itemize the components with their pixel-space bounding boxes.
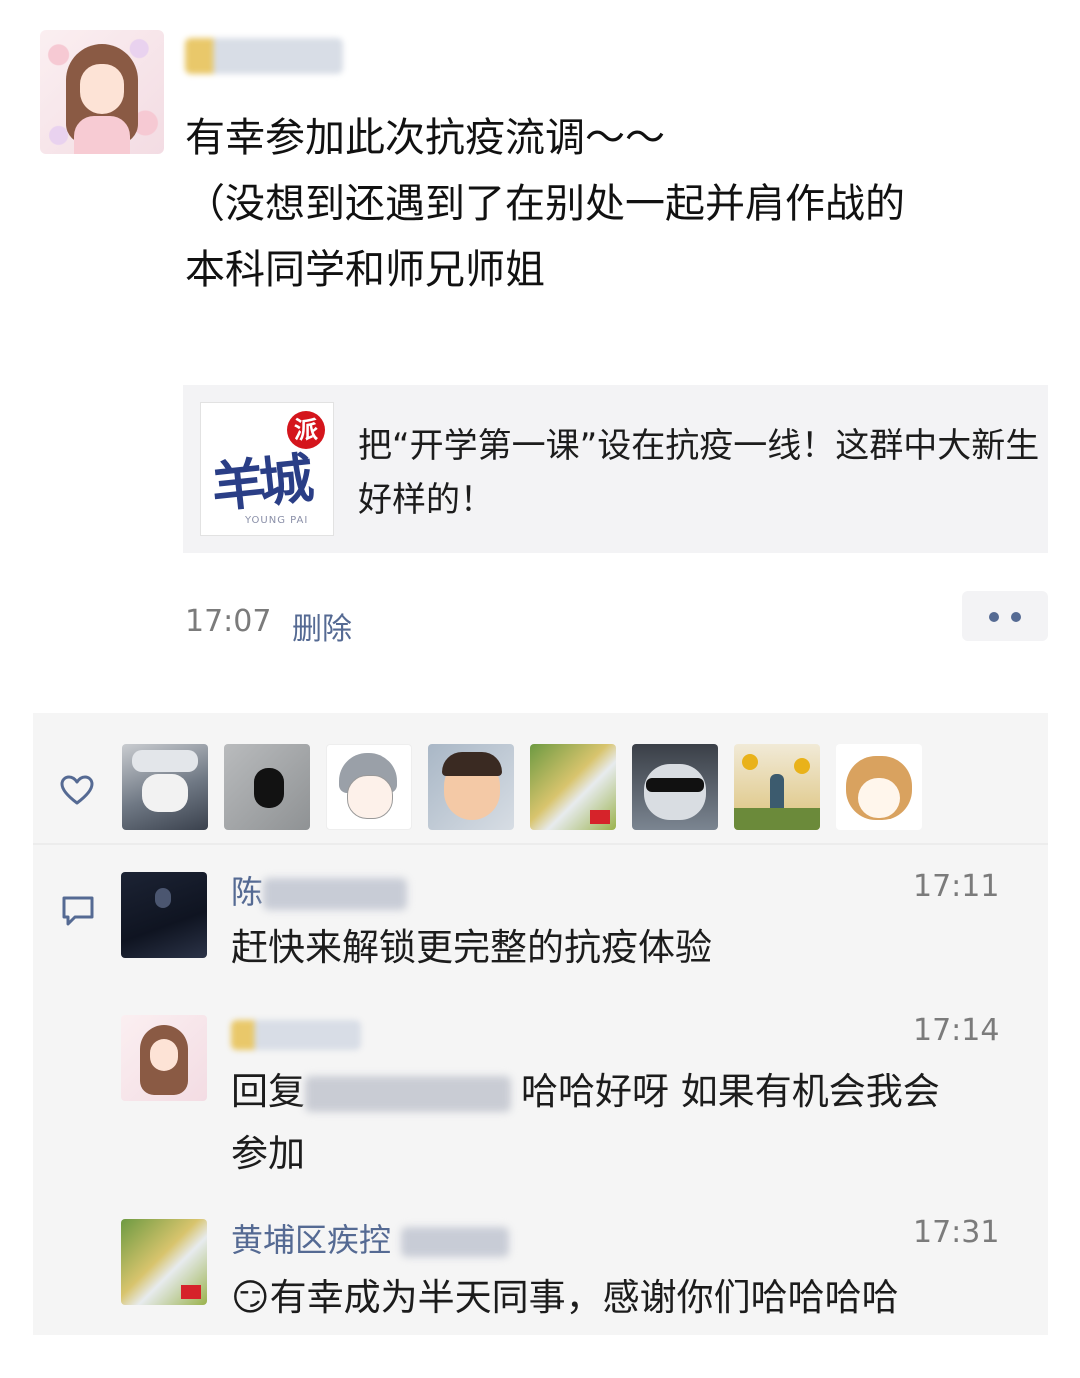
post-text-line-1: 有幸参加此次抗疫流调～～ — [185, 115, 665, 161]
smirk-emoji-icon: 😏 — [231, 1276, 270, 1319]
post-text: 有幸参加此次抗疫流调～～ （没想到还遇到了在别处一起并肩作战的 本科同学和师兄师… — [185, 105, 1045, 303]
commenter-name[interactable]: 黄埔区疾控 — [231, 1215, 510, 1261]
like-avatar-landscape[interactable] — [530, 744, 616, 830]
commenter-avatar[interactable] — [121, 1015, 207, 1101]
shared-article-card[interactable]: 羊城 派 YOUNG PAI 把“开学第一课”设在抗疫一线！这群中大新生好样的！ — [183, 385, 1048, 553]
like-avatar-ninja[interactable] — [122, 744, 208, 830]
like-avatar-child[interactable] — [428, 744, 514, 830]
commenter-avatar[interactable] — [121, 1219, 207, 1305]
commenter-name-text: 黄埔区疾控 — [231, 1221, 392, 1259]
heart-icon — [60, 775, 94, 805]
post-text-line-3: 本科同学和师兄师姐 — [185, 247, 545, 293]
post-text-line-2: （没想到还遇到了在别处一起并肩作战的 — [185, 181, 905, 227]
comment-text[interactable]: 😏有幸成为半天同事，感谢你们哈哈哈哈 — [231, 1267, 899, 1329]
like-avatar-dark-cat[interactable] — [224, 744, 310, 830]
logo-seal: 派 — [287, 411, 325, 449]
like-avatar-anime[interactable] — [326, 744, 412, 830]
comment-text[interactable]: 回复 哈哈好呀 如果有机会我会参加 — [231, 1061, 1031, 1185]
comment-time: 17:11 — [913, 869, 1000, 904]
post-time: 17:07 — [185, 604, 272, 639]
comments-panel: 陈 17:11 赶快来解锁更完整的抗疫体验 17:14 回复 哈哈好呀 如果有机会… — [33, 845, 1048, 1335]
commenter-name-text: 陈 — [231, 873, 264, 911]
like-avatar-sunglasses-cat[interactable] — [632, 744, 718, 830]
commenter-name[interactable]: 陈 — [231, 867, 408, 913]
author-avatar[interactable] — [40, 30, 164, 154]
blurred-name-part — [401, 1227, 510, 1257]
comment-time: 17:14 — [913, 1013, 1000, 1048]
comment-text-body: 有幸成为半天同事，感谢你们哈哈哈哈 — [269, 1276, 899, 1319]
comment-text-line-2: 参加 — [231, 1132, 305, 1175]
dot-icon — [1011, 612, 1021, 622]
likes-panel — [33, 713, 1048, 843]
commenter-avatar[interactable] — [121, 872, 207, 958]
logo-subtext: YOUNG PAI — [245, 515, 309, 526]
logo-text: 羊城 — [208, 446, 311, 520]
like-avatar-sunflower[interactable] — [734, 744, 820, 830]
dot-icon — [989, 612, 999, 622]
reply-prefix: 回复 — [231, 1070, 305, 1113]
article-thumbnail: 羊城 派 YOUNG PAI — [200, 402, 334, 536]
comment-time: 17:31 — [913, 1215, 1000, 1250]
delete-link[interactable]: 删除 — [292, 604, 352, 648]
comment-icon — [62, 896, 94, 926]
comment-text[interactable]: 赶快来解锁更完整的抗疫体验 — [231, 917, 712, 979]
like-avatar-shiba[interactable] — [836, 744, 922, 830]
blurred-name-part — [263, 878, 408, 910]
article-title: 把“开学第一课”设在抗疫一线！这群中大新生好样的！ — [358, 426, 1040, 520]
author-name-blurred[interactable] — [185, 38, 343, 74]
blurred-reply-target — [305, 1075, 511, 1112]
commenter-name-blurred[interactable] — [231, 1020, 361, 1050]
more-actions-button[interactable] — [962, 591, 1048, 641]
comment-text-line-1: 哈哈好呀 如果有机会我会 — [521, 1070, 940, 1113]
